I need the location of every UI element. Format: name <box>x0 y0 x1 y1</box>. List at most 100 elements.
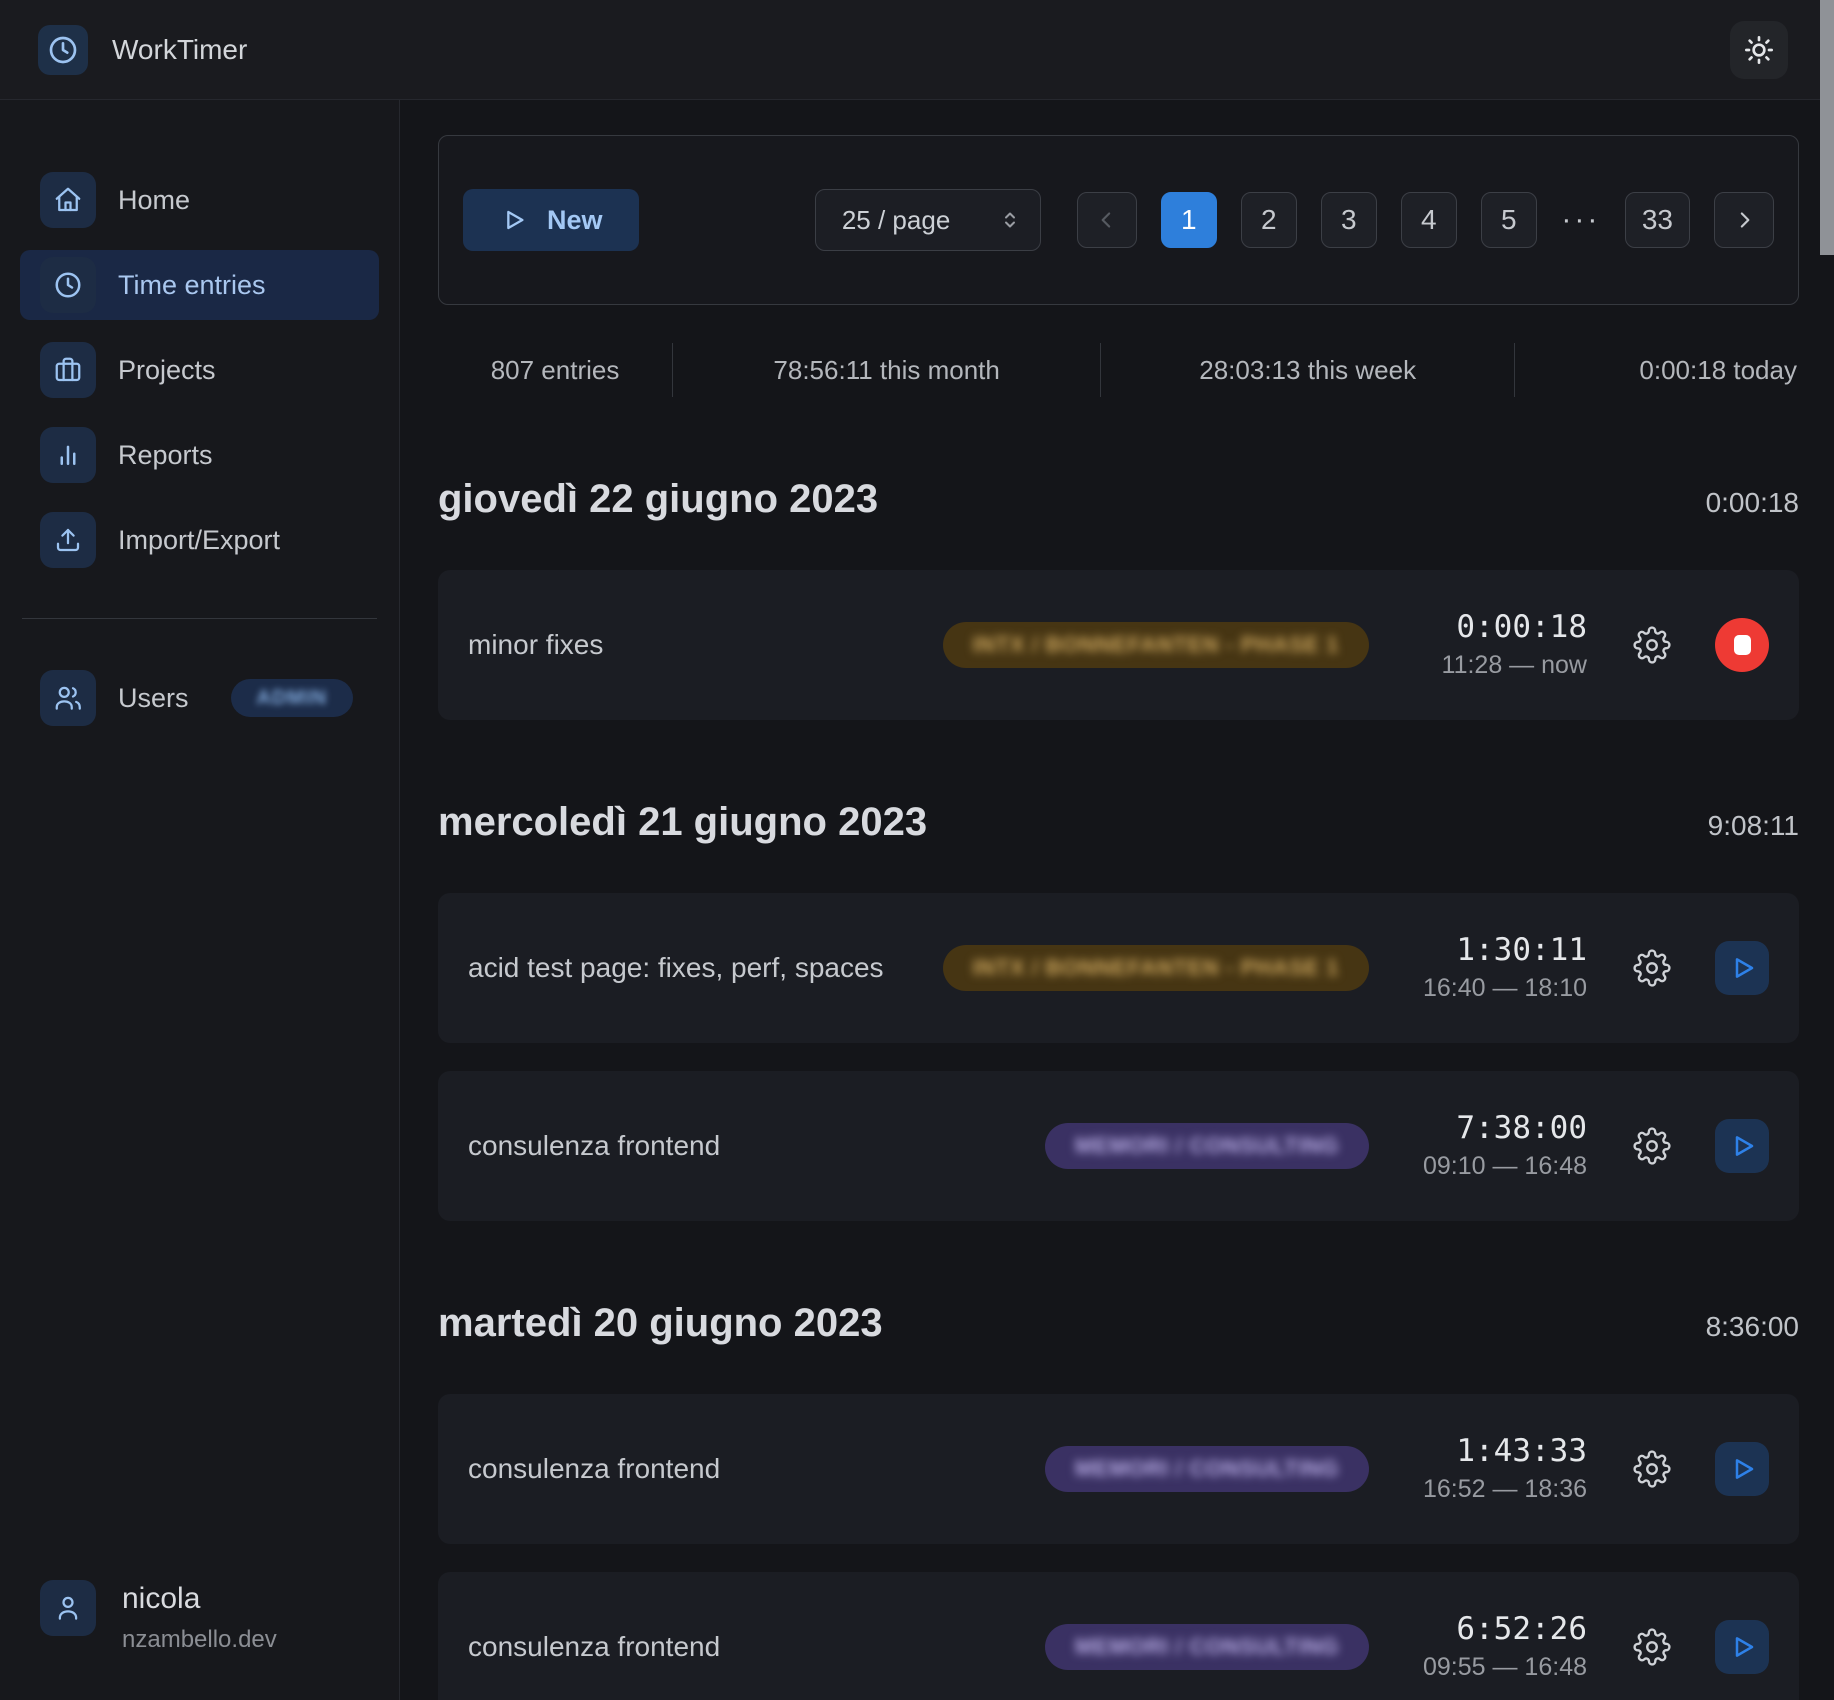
pagination-ellipsis: ··· <box>1561 203 1601 237</box>
day-date: mercoledì 21 giugno 2023 <box>438 800 927 845</box>
stop-timer-button[interactable] <box>1715 618 1769 672</box>
gear-icon <box>1633 1127 1671 1165</box>
main-content: New 25 / page 12345 ··· 33 807 entries78… <box>400 100 1834 1700</box>
account-info[interactable]: nicola nzambello.dev <box>20 1580 379 1700</box>
briefcase-icon <box>40 342 96 398</box>
entry-time-range: 09:55 — 16:48 <box>1405 1653 1587 1682</box>
sidebar-item-label: Projects <box>118 355 216 386</box>
entry-time-range: 16:40 — 18:10 <box>1405 974 1587 1003</box>
restart-timer-button[interactable] <box>1715 941 1769 995</box>
previous-page-button[interactable] <box>1077 192 1137 248</box>
gear-icon <box>1633 1450 1671 1488</box>
entry-time-range: 16:52 — 18:36 <box>1405 1475 1587 1504</box>
entry-settings-button[interactable] <box>1629 1624 1675 1670</box>
day-total: 0:00:18 <box>1706 487 1799 519</box>
clock-icon <box>47 34 79 66</box>
new-entry-button[interactable]: New <box>463 189 639 251</box>
project-badge[interactable]: INTX / BONNEFANTEN - PHASE 1 <box>943 622 1369 668</box>
time-entry-card: consulenza frontend MEMORI / CONSULTING … <box>438 1572 1799 1700</box>
project-badge[interactable]: INTX / BONNEFANTEN - PHASE 1 <box>943 945 1369 991</box>
entry-title: consulenza frontend <box>468 1453 1045 1485</box>
entries-list: giovedì 22 giugno 2023 0:00:18 minor fix… <box>438 477 1799 1700</box>
entry-times: 6:52:26 09:55 — 16:48 <box>1405 1612 1587 1682</box>
sidebar-item-label: Users <box>118 683 189 714</box>
users-icon <box>40 670 96 726</box>
sidebar-item-home[interactable]: Home <box>20 165 379 235</box>
project-badge[interactable]: MEMORI / CONSULTING <box>1045 1123 1369 1169</box>
page-button-1[interactable]: 1 <box>1161 192 1217 248</box>
admin-badge: ADMIN <box>231 679 354 717</box>
entry-duration: 1:30:11 <box>1405 933 1587 969</box>
app-logo <box>38 25 88 75</box>
stat-item: 78:56:11 this month <box>673 343 1101 397</box>
day-header: martedì 20 giugno 2023 8:36:00 <box>438 1301 1799 1346</box>
chevrons-up-down-icon <box>998 208 1022 232</box>
sidebar-item-label: Time entries <box>118 270 266 301</box>
play-icon <box>1727 1632 1757 1662</box>
upload-icon <box>40 512 96 568</box>
scrollbar[interactable] <box>1820 0 1834 1700</box>
next-page-button[interactable] <box>1714 192 1774 248</box>
clock-icon <box>40 257 96 313</box>
entry-duration: 0:00:18 <box>1405 610 1587 646</box>
entry-duration: 1:43:33 <box>1405 1434 1587 1470</box>
stop-icon <box>1734 635 1751 655</box>
gear-icon <box>1633 949 1671 987</box>
sidebar-divider <box>22 618 377 619</box>
entry-title: consulenza frontend <box>468 1130 1045 1162</box>
top-bar: WorkTimer <box>0 0 1834 100</box>
project-badge[interactable]: MEMORI / CONSULTING <box>1045 1446 1369 1492</box>
play-icon <box>499 206 527 234</box>
sidebar-item-users[interactable]: Users ADMIN <box>20 663 379 733</box>
sidebar-item-reports[interactable]: Reports <box>20 420 379 490</box>
restart-timer-button[interactable] <box>1715 1442 1769 1496</box>
play-icon <box>1727 1454 1757 1484</box>
page-button-5[interactable]: 5 <box>1481 192 1537 248</box>
sidebar: Home Time entries Projects Reports Import/Ex… <box>0 100 400 1700</box>
sidebar-item-label: Import/Export <box>118 525 280 556</box>
stat-item: 0:00:18 today <box>1515 343 1799 397</box>
stat-item: 28:03:13 this week <box>1101 343 1515 397</box>
entry-settings-button[interactable] <box>1629 1446 1675 1492</box>
sidebar-item-time-entries[interactable]: Time entries <box>20 250 379 320</box>
entry-duration: 6:52:26 <box>1405 1612 1587 1648</box>
entry-times: 7:38:00 09:10 — 16:48 <box>1405 1111 1587 1181</box>
chevron-left-icon <box>1094 207 1120 233</box>
time-entry-card: acid test page: fixes, perf, spaces INTX… <box>438 893 1799 1043</box>
sidebar-item-projects[interactable]: Projects <box>20 335 379 405</box>
page-button-last[interactable]: 33 <box>1625 192 1690 248</box>
play-icon <box>1727 953 1757 983</box>
day-section: martedì 20 giugno 2023 8:36:00 consulenz… <box>438 1301 1799 1700</box>
entry-duration: 7:38:00 <box>1405 1111 1587 1147</box>
restart-timer-button[interactable] <box>1715 1119 1769 1173</box>
entry-settings-button[interactable] <box>1629 622 1675 668</box>
page-button-4[interactable]: 4 <box>1401 192 1457 248</box>
page-size-select[interactable]: 25 / page <box>815 189 1041 251</box>
entry-title: minor fixes <box>468 629 943 661</box>
sidebar-item-import-export[interactable]: Import/Export <box>20 505 379 575</box>
entry-times: 1:30:11 16:40 — 18:10 <box>1405 933 1587 1003</box>
page-button-2[interactable]: 2 <box>1241 192 1297 248</box>
time-entry-card: consulenza frontend MEMORI / CONSULTING … <box>438 1071 1799 1221</box>
day-total: 8:36:00 <box>1706 1311 1799 1343</box>
account-name: nicola <box>122 1582 277 1616</box>
chevron-right-icon <box>1731 207 1757 233</box>
scrollbar-thumb[interactable] <box>1820 0 1834 255</box>
day-date: martedì 20 giugno 2023 <box>438 1301 883 1346</box>
project-badge[interactable]: MEMORI / CONSULTING <box>1045 1624 1369 1670</box>
gear-icon <box>1633 626 1671 664</box>
entry-time-range: 09:10 — 16:48 <box>1405 1152 1587 1181</box>
restart-timer-button[interactable] <box>1715 1620 1769 1674</box>
sidebar-item-label: Reports <box>118 440 213 471</box>
chart-icon <box>40 427 96 483</box>
page-button-3[interactable]: 3 <box>1321 192 1377 248</box>
time-entry-card: minor fixes INTX / BONNEFANTEN - PHASE 1… <box>438 570 1799 720</box>
entry-time-range: 11:28 — now <box>1405 651 1587 680</box>
entry-settings-button[interactable] <box>1629 945 1675 991</box>
theme-toggle-button[interactable] <box>1730 21 1788 79</box>
entry-settings-button[interactable] <box>1629 1123 1675 1169</box>
person-icon <box>40 1580 96 1636</box>
day-header: giovedì 22 giugno 2023 0:00:18 <box>438 477 1799 522</box>
day-section: giovedì 22 giugno 2023 0:00:18 minor fix… <box>438 477 1799 720</box>
pagination: 12345 ··· 33 <box>1077 192 1774 248</box>
